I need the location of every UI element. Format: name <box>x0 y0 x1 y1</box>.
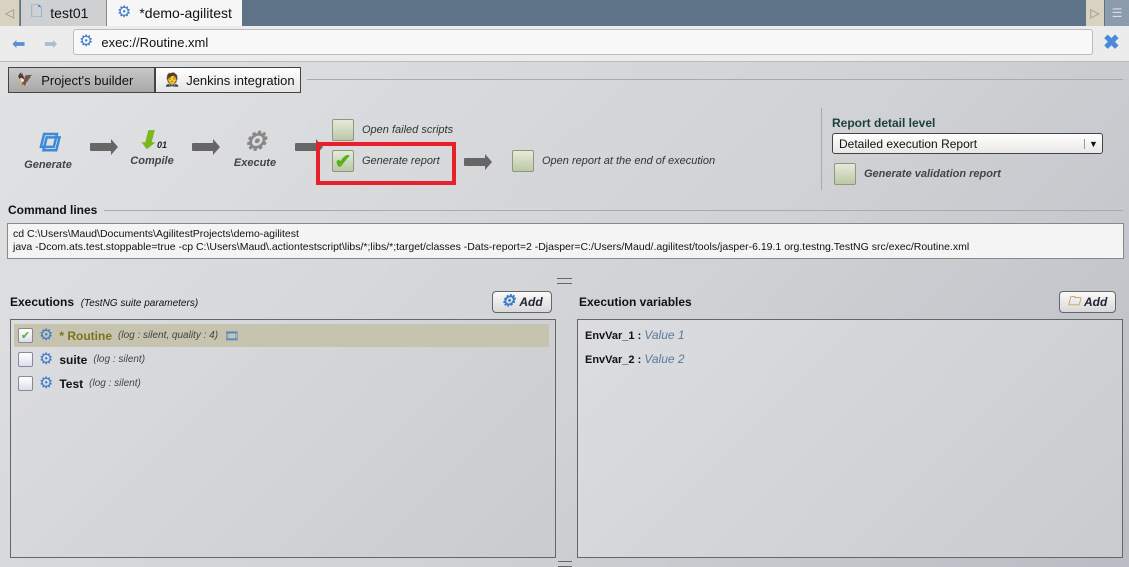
chevron-down-icon: ▼ <box>1084 138 1102 149</box>
gear-icon: ⚙ <box>79 33 94 50</box>
tab-jenkins-integration[interactable]: 🤵 Jenkins integration <box>155 67 301 93</box>
gear-icon: ⚙ <box>501 293 516 310</box>
divider <box>104 210 1123 211</box>
cubes-icon: ⧉ <box>38 126 58 157</box>
checkbox[interactable] <box>18 376 33 391</box>
compile-step[interactable]: ⬇01 Compile <box>122 126 182 167</box>
splitter-handle[interactable] <box>557 278 572 284</box>
splitter-handle[interactable] <box>558 561 572 567</box>
generate-validation-report-checkbox[interactable]: Generate validation report <box>834 163 1001 185</box>
film-icon: 🎞 <box>224 328 240 343</box>
close-icon[interactable]: ✖ <box>1103 30 1120 55</box>
jenkins-icon: 🤵 <box>164 72 181 87</box>
execution-item-routine[interactable]: ✔ ⚙ * Routine (log : silent, quality : 4) 🎞 <box>14 324 549 347</box>
address-field[interactable]: ⚙ exec://Routine.xml <box>73 29 1093 55</box>
checkbox[interactable] <box>18 352 33 367</box>
execute-step[interactable]: ⚙ Execute <box>225 126 285 169</box>
open-failed-scripts-checkbox[interactable]: Open failed scripts <box>332 119 453 141</box>
arrow-icon <box>192 139 220 155</box>
eagle-icon: 🦅 <box>17 72 34 87</box>
open-report-checkbox[interactable]: Open report at the end of execution <box>512 150 715 172</box>
gear-icon: ⚙ <box>39 350 54 368</box>
back-arrow-icon[interactable]: ⬅ <box>12 34 25 54</box>
add-variable-button[interactable]: 🗀 Add <box>1059 291 1117 313</box>
gear-icon: ⚙ <box>39 374 54 392</box>
report-detail-select[interactable]: Detailed execution Report ▼ <box>832 133 1103 154</box>
folder-add-icon: 🗀 <box>1068 293 1081 308</box>
execution-variables-title: Execution variables <box>579 295 692 309</box>
gears-icon: ⚙ <box>243 126 267 156</box>
variable-item[interactable]: EnvVar_1 : Value 1 <box>585 328 685 342</box>
execution-item-test[interactable]: ⚙ Test (log : silent) <box>14 372 549 395</box>
divider <box>307 79 1123 80</box>
tab-test01[interactable]: 🗋 test01 <box>21 0 107 26</box>
forward-arrow-icon[interactable]: ➡ <box>44 34 57 54</box>
checkbox[interactable]: ✔ <box>18 328 33 343</box>
gear-icon: ⚙ <box>117 4 132 21</box>
gear-icon: ⚙ <box>39 326 54 344</box>
execution-item-suite[interactable]: ⚙ suite (log : silent) <box>14 348 549 371</box>
tab-list-icon[interactable]: ☰ <box>1105 0 1129 26</box>
arrow-icon <box>90 139 118 155</box>
tab-projects-builder[interactable]: 🦅 Project's builder <box>8 67 155 93</box>
command-lines-title: Command lines <box>8 203 98 217</box>
scroll-tabs-right-button[interactable]: ▷ <box>1086 0 1104 26</box>
arrow-icon <box>464 154 492 170</box>
generate-step[interactable]: ⧉ Generate <box>18 126 78 171</box>
report-detail-title: Report detail level <box>832 116 936 130</box>
divider <box>821 108 822 190</box>
binary-arrow-icon: ⬇01 <box>136 127 168 154</box>
executions-header: Executions (TestNG suite parameters) <box>10 295 199 309</box>
checkmark-icon: ✔ <box>334 150 352 173</box>
add-execution-button[interactable]: ⚙ Add <box>492 291 552 313</box>
tab-demo-agilitest[interactable]: ⚙ *demo-agilitest <box>107 0 242 26</box>
command-lines-box[interactable]: cd C:\Users\Maud\Documents\AgilitestProj… <box>7 223 1124 259</box>
arrow-icon <box>295 139 323 155</box>
variable-item[interactable]: EnvVar_2 : Value 2 <box>585 352 685 366</box>
generate-report-checkbox[interactable]: ✔ Generate report <box>332 150 440 173</box>
file-icon: 🗋 <box>31 3 43 19</box>
scroll-tabs-left-button[interactable]: ◁ <box>0 0 20 26</box>
